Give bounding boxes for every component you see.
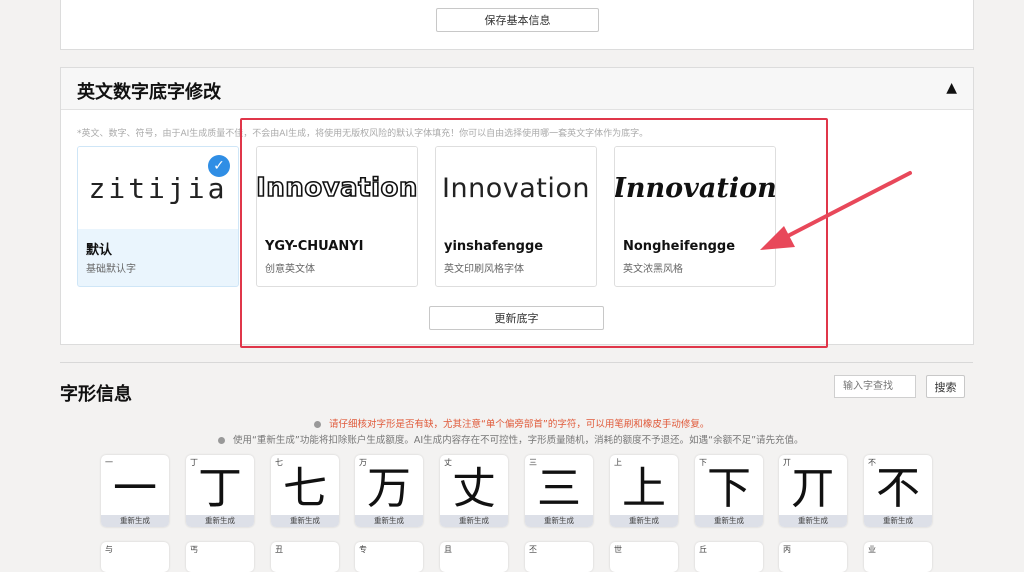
glyph-search-input[interactable] <box>834 375 916 398</box>
glyph-label: 丕 <box>529 545 537 554</box>
glyph-tile[interactable]: 丕 <box>525 542 593 572</box>
font-section-header[interactable]: 英文数字底字修改 ▲ <box>61 68 973 110</box>
glyph-tile[interactable]: 丐 <box>186 542 254 572</box>
glyph-tile[interactable]: 与 <box>101 542 169 572</box>
regenerate-button[interactable]: 重新生成 <box>101 515 169 527</box>
font-card-name: 默认 <box>86 243 113 258</box>
bullet-dot-icon <box>314 421 321 428</box>
glyph-tile[interactable]: 七七重新生成 <box>271 455 339 527</box>
glyph-tile[interactable]: 业 <box>864 542 932 572</box>
glyph-label: 丘 <box>699 545 707 554</box>
glyph-tile[interactable]: 万万重新生成 <box>355 455 423 527</box>
regenerate-button[interactable]: 重新生成 <box>610 515 678 527</box>
collapse-caret-icon[interactable]: ▲ <box>946 80 957 96</box>
glyph-label: 专 <box>359 545 367 554</box>
bullet-dot-icon <box>218 437 225 444</box>
font-card-desc: 基础默认字 <box>86 264 136 275</box>
regenerate-button[interactable]: 重新生成 <box>440 515 508 527</box>
regenerate-button[interactable]: 重新生成 <box>271 515 339 527</box>
glyph-char: 下 <box>707 463 751 514</box>
notice-info-text: 使用“重新生成”功能将扣除账户生成额度。AI生成内容存在不可控性，字形质量随机，… <box>233 435 804 446</box>
glyph-char: 万 <box>367 463 411 514</box>
glyph-tile[interactable]: 下下重新生成 <box>695 455 763 527</box>
glyph-char: 三 <box>537 463 581 514</box>
glyph-tile[interactable]: 丘 <box>695 542 763 572</box>
glyph-tile[interactable]: 三三重新生成 <box>525 455 593 527</box>
glyph-section-title: 字形信息 <box>60 384 132 405</box>
regenerate-button[interactable]: 重新生成 <box>864 515 932 527</box>
regenerate-button[interactable]: 重新生成 <box>779 515 847 527</box>
notice-warning: 请仔细核对字形是否有缺，尤其注意“单个偏旁部首”的字符，可以用笔刷和橡皮手动修复… <box>314 416 709 430</box>
glyph-tile[interactable]: 且 <box>440 542 508 572</box>
glyph-tile[interactable]: 丙 <box>779 542 847 572</box>
glyph-char: 丌 <box>791 463 835 514</box>
save-basic-info-button[interactable]: 保存基本信息 <box>436 8 599 32</box>
glyph-label: 丐 <box>190 545 198 554</box>
font-preview-text: zitijia <box>88 171 228 205</box>
glyph-tile[interactable]: 丌丌重新生成 <box>779 455 847 527</box>
glyph-tile[interactable]: 上上重新生成 <box>610 455 678 527</box>
glyph-tile[interactable]: 丁丁重新生成 <box>186 455 254 527</box>
font-section-title: 英文数字底字修改 <box>77 82 221 103</box>
glyph-tile[interactable]: 丑 <box>271 542 339 572</box>
glyph-tile[interactable]: 不不重新生成 <box>864 455 932 527</box>
notice-warning-text: 请仔细核对字形是否有缺，尤其注意“单个偏旁部首”的字符，可以用笔刷和橡皮手动修复… <box>329 419 710 430</box>
highlight-box <box>240 118 828 348</box>
glyph-char: 丈 <box>452 463 496 514</box>
regenerate-button[interactable]: 重新生成 <box>525 515 593 527</box>
basic-info-panel: 保存基本信息 <box>60 0 974 50</box>
font-card-default[interactable]: zitijia ✓ 默认 基础默认字 <box>77 146 239 287</box>
glyph-label: 业 <box>868 545 876 554</box>
notice-info: 使用“重新生成”功能将扣除账户生成额度。AI生成内容存在不可控性，字形质量随机，… <box>218 432 804 446</box>
regenerate-button[interactable]: 重新生成 <box>355 515 423 527</box>
glyph-char: 上 <box>622 463 666 514</box>
glyph-char: 一 <box>113 463 157 514</box>
selected-check-icon: ✓ <box>208 155 230 177</box>
glyph-label: 丑 <box>275 545 283 554</box>
glyph-char: 不 <box>876 463 920 514</box>
glyph-char: 七 <box>283 463 327 514</box>
glyph-tile[interactable]: 世 <box>610 542 678 572</box>
glyph-tile[interactable]: 专 <box>355 542 423 572</box>
glyph-label: 世 <box>614 545 622 554</box>
glyph-tile[interactable]: 一一重新生成 <box>101 455 169 527</box>
glyph-label: 与 <box>105 545 113 554</box>
glyph-label: 且 <box>444 545 452 554</box>
glyph-label: 丙 <box>783 545 791 554</box>
regenerate-button[interactable]: 重新生成 <box>186 515 254 527</box>
regenerate-button[interactable]: 重新生成 <box>695 515 763 527</box>
section-divider <box>60 362 973 363</box>
search-button[interactable]: 搜索 <box>926 375 965 398</box>
glyph-char: 丁 <box>198 463 242 514</box>
glyph-tile[interactable]: 丈丈重新生成 <box>440 455 508 527</box>
